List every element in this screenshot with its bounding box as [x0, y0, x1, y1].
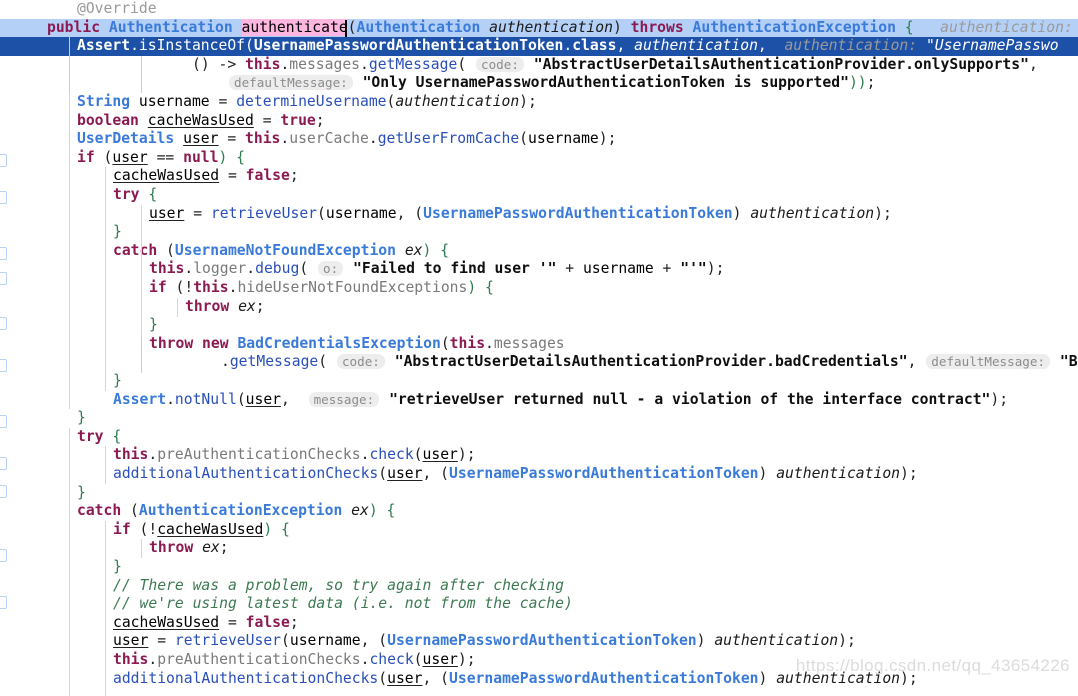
indent-guide	[105, 521, 106, 696]
code-line[interactable]: // we're using latest data (i.e. not fro…	[0, 595, 1078, 614]
indent-guide-active	[69, 37, 70, 93]
code-line[interactable]: catch (AuthenticationException ex) {	[0, 502, 1078, 521]
code-line[interactable]: @Override	[0, 0, 1078, 19]
code-line[interactable]: String username = determineUsername(auth…	[0, 93, 1078, 112]
code-line[interactable]: throw ex;	[0, 539, 1078, 558]
comment-line: // There was a problem, so try again aft…	[113, 576, 564, 594]
code-line[interactable]: if (!this.hideUserNotFoundExceptions) {	[0, 279, 1078, 298]
code-line[interactable]: throw ex;	[0, 298, 1078, 317]
code-line[interactable]: }	[0, 223, 1078, 242]
code-line[interactable]: if (user == null) {	[0, 149, 1078, 168]
indent-guide	[177, 298, 178, 317]
code-line[interactable]: try {	[0, 186, 1078, 205]
inlay-hint-default-message[interactable]: defaultMessage:	[926, 354, 1051, 370]
inlay-hint-code[interactable]: code:	[476, 56, 524, 72]
code-line[interactable]: cacheWasUsed = false;	[0, 167, 1078, 186]
code-line[interactable]: this.preAuthenticationChecks.check(user)…	[0, 446, 1078, 465]
indent-guide	[69, 428, 70, 696]
code-line-current[interactable]: public Authentication authenticate(Authe…	[0, 18, 1078, 38]
code-line[interactable]: }	[0, 558, 1078, 577]
search-match-highlight: authenticate	[241, 18, 348, 36]
code-line[interactable]: }	[0, 484, 1078, 503]
code-line[interactable]: try {	[0, 428, 1078, 447]
code-line[interactable]: this.preAuthenticationChecks.check(user)…	[0, 651, 1078, 670]
code-line[interactable]: boolean cacheWasUsed = true;	[0, 112, 1078, 131]
code-line[interactable]: }	[0, 409, 1078, 428]
code-editor[interactable]: @Override public Authentication authenti…	[0, 0, 1078, 696]
inlay-hint-code[interactable]: code:	[336, 354, 385, 370]
code-line[interactable]: defaultMessage: "Only UsernamePasswordAu…	[0, 74, 1078, 93]
code-line-selected[interactable]: Assert.isInstanceOf(UsernamePasswordAuth…	[0, 37, 1078, 56]
indent-guide	[105, 167, 106, 391]
indent-guide	[69, 93, 70, 409]
indent-guide-active	[141, 335, 142, 372]
code-line[interactable]: this.logger.debug( o: "Failed to find us…	[0, 260, 1078, 279]
code-line[interactable]: throw new BadCredentialsException(this.m…	[0, 335, 1078, 354]
code-line[interactable]: additionalAuthenticationChecks(user, (Us…	[0, 465, 1078, 484]
code-line[interactable]: () -> this.messages.getMessage( code: "A…	[0, 56, 1078, 75]
annotation-override: @Override	[77, 0, 157, 17]
inlay-hint-default-message[interactable]: defaultMessage:	[229, 75, 353, 91]
code-line[interactable]: .getMessage( code: "AbstractUserDetailsA…	[0, 353, 1078, 372]
code-line[interactable]: additionalAuthenticationChecks(user, (Us…	[0, 670, 1078, 689]
code-line[interactable]: }	[0, 372, 1078, 391]
code-line[interactable]: user = retrieveUser(username, (UsernameP…	[0, 205, 1078, 224]
code-line[interactable]: UserDetails user = this.userCache.getUse…	[0, 130, 1078, 149]
inlay-hint-message[interactable]: message:	[308, 391, 380, 407]
code-line[interactable]: // There was a problem, so try again aft…	[0, 577, 1078, 596]
code-line[interactable]: Assert.notNull(user, message: "retrieveU…	[0, 391, 1078, 410]
code-line[interactable]: catch (UsernameNotFoundException ex) {	[0, 242, 1078, 261]
inlay-hint-o[interactable]: o:	[318, 261, 344, 277]
code-surface[interactable]: @Override public Authentication authenti…	[0, 0, 1078, 696]
code-line[interactable]: cacheWasUsed = false;	[0, 614, 1078, 633]
code-line[interactable]: if (!cacheWasUsed) {	[0, 521, 1078, 540]
indent-guide	[105, 446, 106, 484]
text-caret	[345, 19, 347, 37]
code-line[interactable]: user = retrieveUser(username, (UsernameP…	[0, 632, 1078, 651]
code-line[interactable]: }	[0, 316, 1078, 335]
indent-guide	[141, 539, 142, 558]
comment-line: // we're using latest data (i.e. not fro…	[113, 595, 573, 613]
indent-guide-active	[141, 56, 142, 93]
